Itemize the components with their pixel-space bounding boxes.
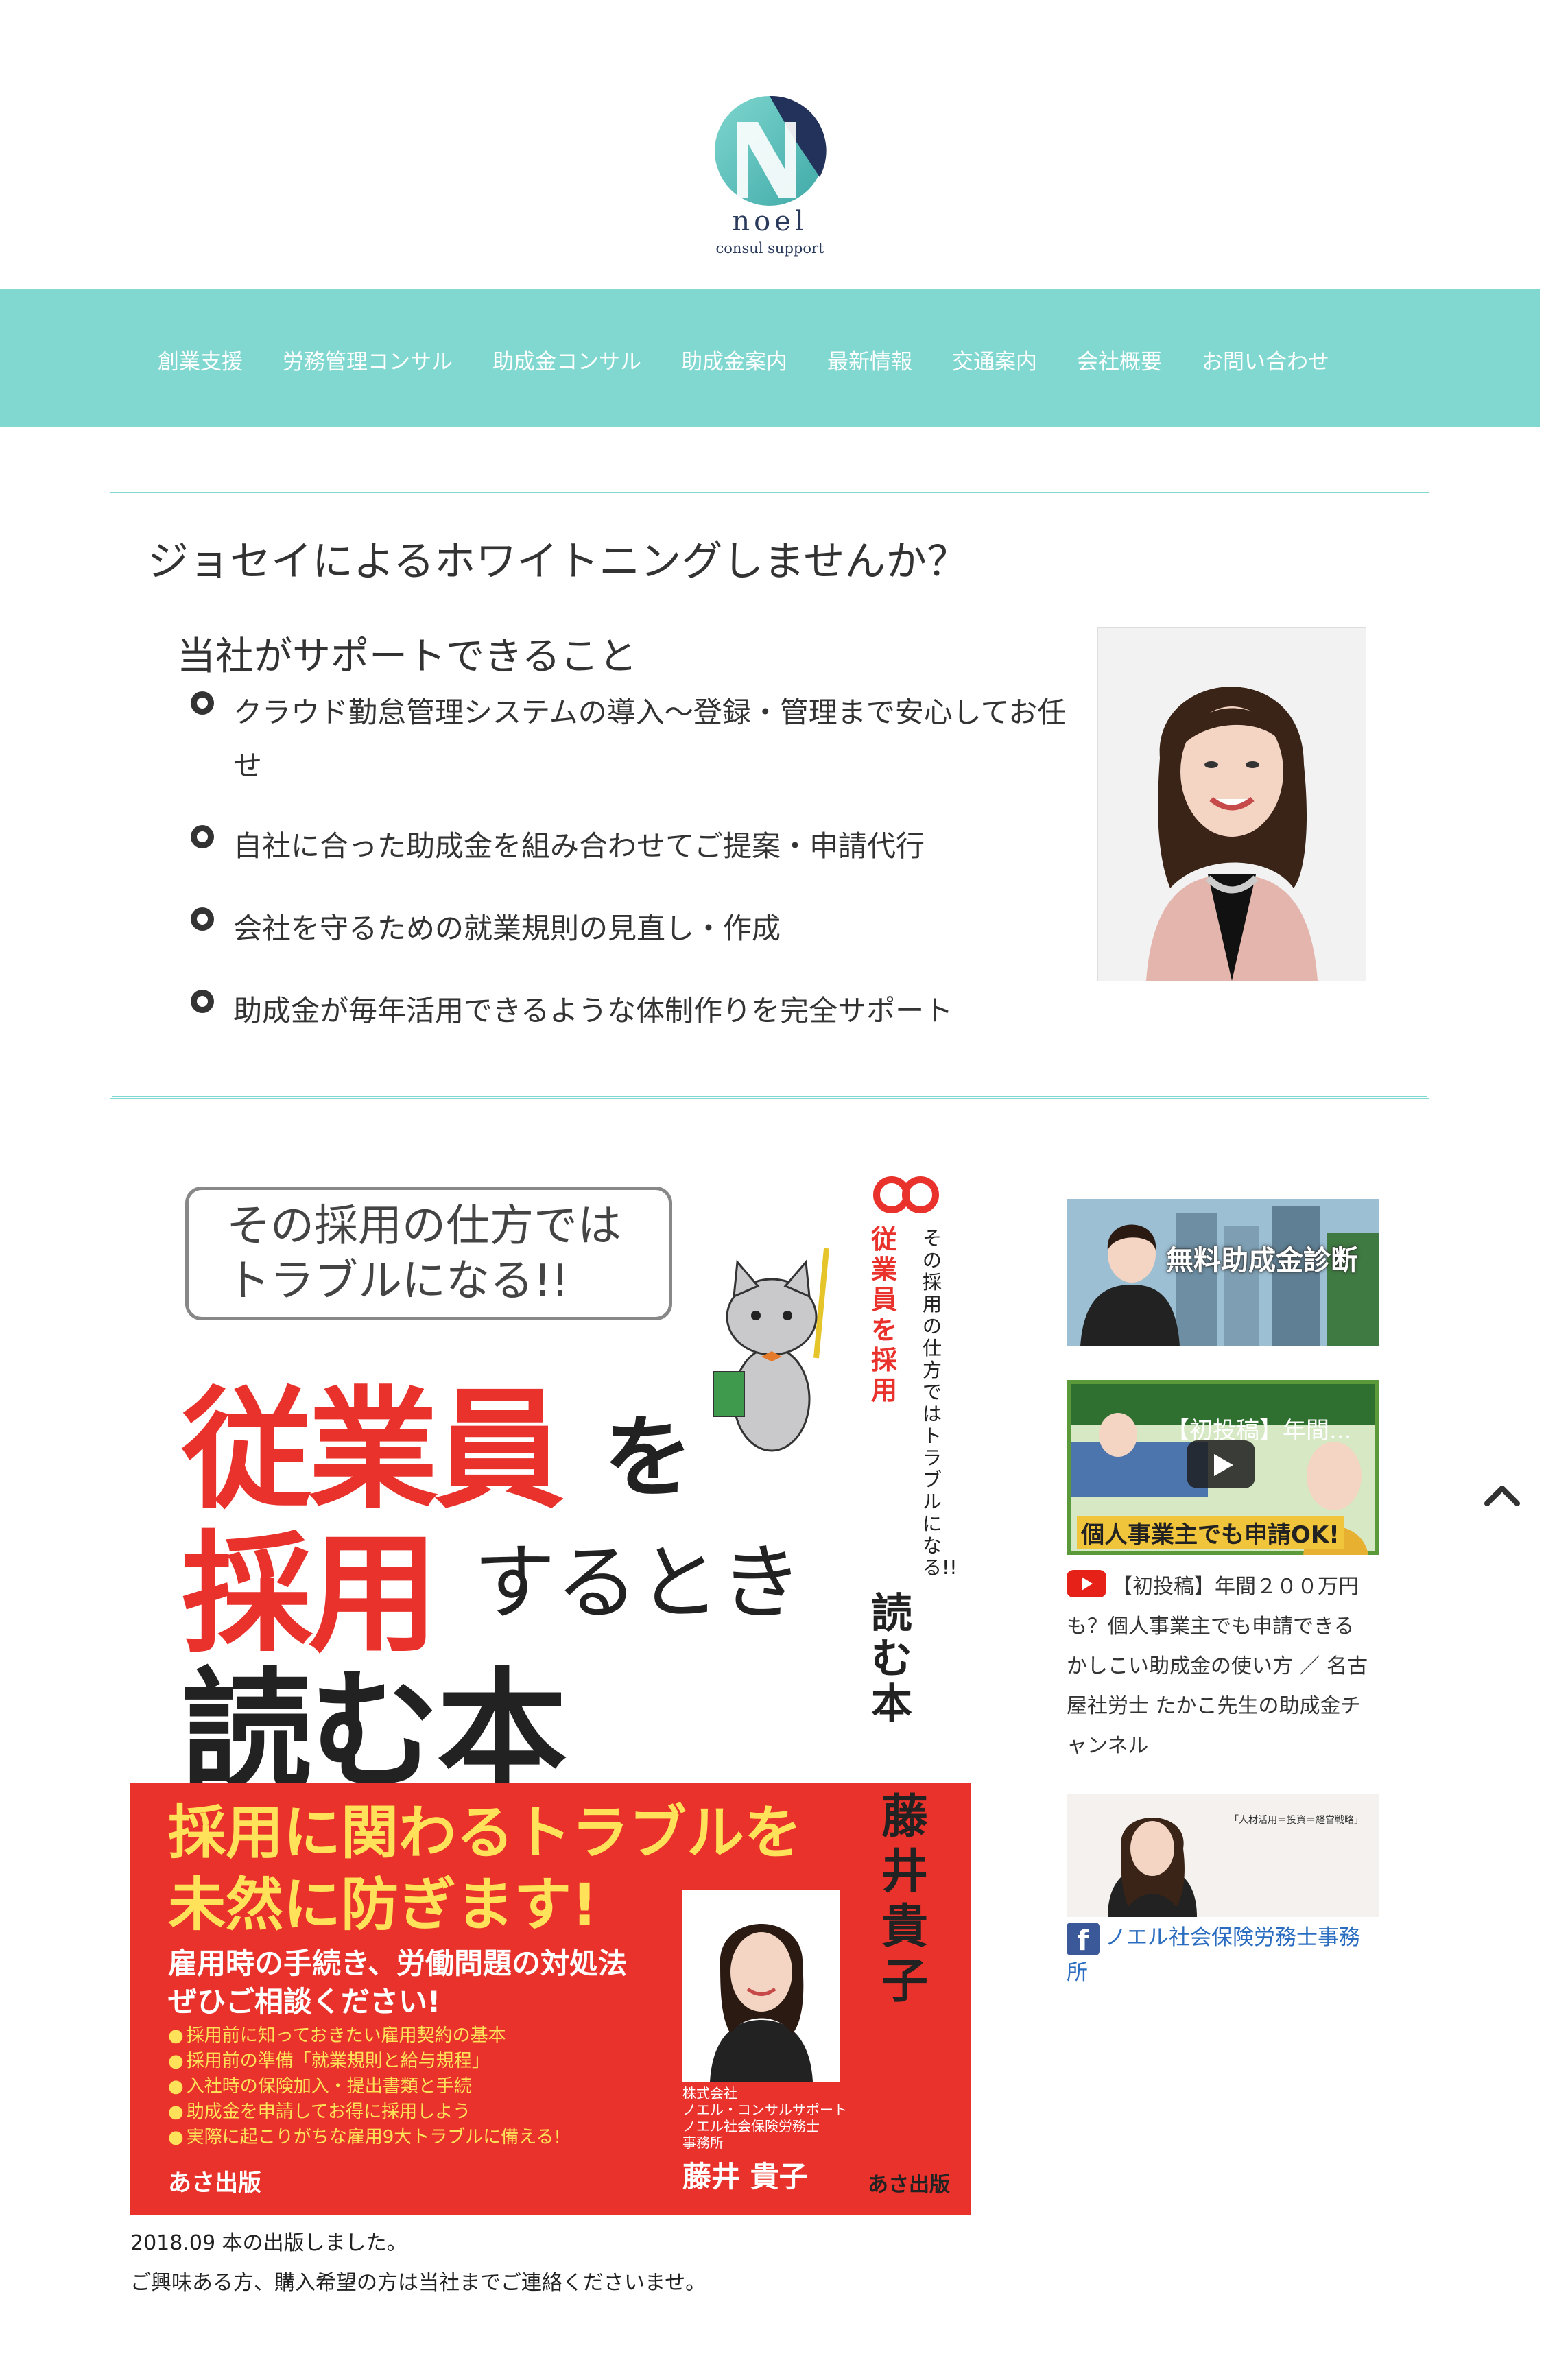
main-nav: 創業支援 労務管理コンサル 助成金コンサル 助成金案内 最新情報 交通案内 会社… — [0, 289, 1540, 427]
book-red-subheading: 雇用時の手続き、労働問題の対処法 ぜひご相談ください! — [168, 1947, 628, 2019]
book-caption: 2018.09 本の出版しました。 — [130, 2231, 407, 2255]
facebook-banner-image[interactable] — [1067, 1794, 1379, 1917]
bullet-text: 自社に合った助成金を組み合わせてご提案・申請代行 — [233, 829, 925, 863]
nav-item-labor-consul[interactable]: 労務管理コンサル — [283, 344, 453, 375]
book-title-line2-suffix: するとき — [473, 1536, 803, 1631]
book-bubble-text: その採用の仕方では トラブルになる!! — [226, 1201, 621, 1307]
nav-item-subsidy-info[interactable]: 助成金案内 — [681, 344, 787, 375]
book-author: 藤井 貴子 — [682, 2160, 808, 2193]
facebook-link[interactable]: f ノエル社会保険労務士事務所 — [1067, 1920, 1379, 1990]
book-caption-contact: ご興味ある方、購入希望の方は当社までご連絡くださいませ。 — [130, 2271, 706, 2295]
facebook-banner-quote: 「人材活用＝投資＝経営戦略」 — [1229, 1815, 1364, 1826]
book-publisher: あさ出版 — [168, 2169, 261, 2197]
logo-name: noel — [732, 206, 808, 237]
video-banner-text: 個人事業主でも申請OK! — [1077, 1516, 1344, 1549]
bullet-text: 会社を守るための就業規則の見直し・作成 — [233, 912, 781, 945]
book-topic-item: 入社時の保険加入・提出書類と手続 — [168, 2074, 561, 2099]
bullet-icon — [191, 691, 214, 715]
book-spine-subtitle: その採用の仕方ではトラブルになる!! — [923, 1227, 958, 1579]
book-topic-item: 採用前に知っておきたい雇用契約の基本 — [168, 2023, 561, 2049]
nav-item-news[interactable]: 最新情報 — [827, 344, 912, 375]
book-spine-tail: 読む本 — [871, 1590, 912, 1728]
facebook-icon: f — [1067, 1923, 1100, 1957]
nav-item-contact[interactable]: お問い合わせ — [1202, 344, 1329, 375]
bullet-text: クラウド勤怠管理システムの導入～登録・管理まで安心してお任せ — [233, 695, 1067, 783]
book-spine-title: 従業員を採用 — [871, 1224, 898, 1405]
youtube-icon — [1067, 1570, 1106, 1597]
book-topic-list: 採用前に知っておきたい雇用契約の基本 採用前の準備「就業規則と給与規程」 入社時… — [168, 2023, 561, 2150]
logo-subtitle: consul support — [715, 240, 824, 257]
book-topic-item: 助成金を申請してお得に採用しよう — [168, 2099, 561, 2125]
cat-mascot-icon — [713, 1248, 829, 1452]
author-photo-image — [682, 1890, 840, 2082]
nav-item-access[interactable]: 交通案内 — [952, 344, 1037, 375]
bullet-icon — [191, 825, 214, 848]
book-topic-item: 実際に起こりがちな雇用9大トラブルに備える! — [168, 2125, 561, 2150]
bullet-icon — [191, 907, 214, 931]
book-company: 株式会社 ノエル・コンサルサポート ノエル社会保険労務士 事務所 — [682, 2085, 847, 2151]
promo-subtitle: 当社がサポートできること — [177, 634, 637, 679]
publisher-logo-icon — [873, 1176, 939, 1213]
book-topic-item: 採用前の準備「就業規則と給与規程」 — [168, 2049, 561, 2074]
youtube-description[interactable]: 【初投稿】年間２００万円も？個人事業主でも申請できる かしこい助成金の使い方 ／… — [1067, 1567, 1379, 1766]
book-author-vertical: 藤井貴子 — [881, 1790, 929, 2009]
nav-item-startup[interactable]: 創業支援 — [158, 344, 243, 375]
book-title-line1-suffix: を — [604, 1405, 693, 1510]
banner-text: 無料助成金診断 — [1166, 1245, 1358, 1276]
youtube-description-text[interactable]: 【初投稿】年間２００万円も？個人事業主でも申請できる かしこい助成金の使い方 ／… — [1067, 1575, 1368, 1758]
consultant-portrait-image — [1097, 627, 1366, 981]
nav-item-subsidy-consul[interactable]: 助成金コンサル — [492, 344, 641, 375]
chevron-up-icon[interactable] — [1482, 1481, 1523, 1509]
nav-item-company[interactable]: 会社概要 — [1077, 344, 1162, 375]
play-icon[interactable] — [1187, 1440, 1255, 1488]
promo-title: ジョセイによるホワイトニングしませんか？ — [147, 538, 968, 586]
bullet-text: 助成金が毎年活用できるような体制作りを完全サポート — [233, 994, 953, 1027]
book-publisher-right: あさ出版 — [868, 2173, 950, 2197]
facebook-link-text[interactable]: ノエル社会保険労務士事務所 — [1067, 1925, 1360, 1985]
bullet-icon — [191, 990, 214, 1013]
logo-icon[interactable] — [710, 95, 830, 211]
